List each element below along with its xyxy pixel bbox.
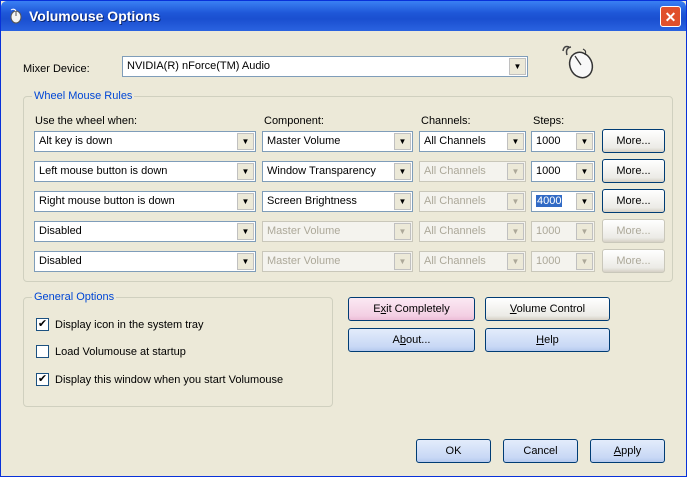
header-component: Component: (264, 115, 324, 127)
rule-1-more-button[interactable]: More... (602, 129, 665, 153)
header-channels: Channels: (421, 115, 471, 127)
mixer-device-select[interactable]: NVIDIA(R) nForce(TM) Audio ▼ (122, 56, 528, 77)
rule-2-steps-value: 1000 (536, 165, 561, 177)
rule-2-component-value: Window Transparency (267, 165, 376, 177)
rule-4-when-select[interactable]: Disabled ▼ (34, 221, 256, 242)
chevron-down-icon[interactable]: ▼ (237, 193, 254, 210)
close-button[interactable]: ✕ (660, 6, 681, 27)
checkmark-icon: ✔ (37, 373, 48, 385)
rule-5-steps-select: 1000 ▼ (531, 251, 595, 272)
rule-2-channels-value: All Channels (424, 165, 486, 177)
rule-5-component-select: Master Volume ▼ (262, 251, 413, 272)
rule-3-component-select[interactable]: Screen Brightness ▼ (262, 191, 413, 212)
chevron-down-icon[interactable]: ▼ (237, 163, 254, 180)
chevron-down-icon[interactable]: ▼ (237, 253, 254, 270)
checkmark-icon: ✔ (37, 318, 48, 330)
chevron-down-icon[interactable]: ▼ (509, 58, 526, 75)
rule-1-when-select[interactable]: Alt key is down ▼ (34, 131, 256, 152)
apply-button[interactable]: Apply (590, 439, 665, 463)
rule-4-channels-select: All Channels ▼ (419, 221, 526, 242)
rule-1-steps-value: 1000 (536, 135, 561, 147)
chevron-down-icon: ▼ (507, 223, 524, 240)
rule-1-component-select[interactable]: Master Volume ▼ (262, 131, 413, 152)
rule-5-channels-select: All Channels ▼ (419, 251, 526, 272)
about-button[interactable]: About... (348, 328, 475, 352)
rule-5-channels-value: All Channels (424, 255, 486, 267)
rule-3-component-value: Screen Brightness (267, 195, 357, 207)
rule-5-when-value: Disabled (39, 255, 82, 267)
rule-5-steps-value: 1000 (536, 255, 561, 267)
mouse-logo-icon (562, 45, 594, 79)
general-options-title: General Options (32, 291, 117, 303)
cancel-button[interactable]: Cancel (503, 439, 578, 463)
window-title: Volumouse Options (29, 8, 161, 24)
startup-label[interactable]: Load Volumouse at startup (55, 346, 186, 358)
rule-1-channels-select[interactable]: All Channels ▼ (419, 131, 526, 152)
startup-checkbox[interactable] (36, 345, 49, 358)
chevron-down-icon[interactable]: ▼ (394, 133, 411, 150)
rule-5-when-select[interactable]: Disabled ▼ (34, 251, 256, 272)
chevron-down-icon: ▼ (507, 193, 524, 210)
rule-4-steps-value: 1000 (536, 225, 561, 237)
rule-3-steps-value: 4000 (536, 195, 563, 207)
chevron-down-icon: ▼ (576, 253, 593, 270)
rule-2-more-button[interactable]: More... (602, 159, 665, 183)
rule-4-component-select: Master Volume ▼ (262, 221, 413, 242)
rule-4-component-value: Master Volume (267, 225, 341, 237)
rule-2-when-value: Left mouse button is down (39, 165, 168, 177)
rule-2-component-select[interactable]: Window Transparency ▼ (262, 161, 413, 182)
title-bar[interactable]: Volumouse Options ✕ (1, 1, 686, 31)
mixer-device-label: Mixer Device: (23, 63, 90, 75)
ok-button[interactable]: OK (416, 439, 491, 463)
rule-3-more-button[interactable]: More... (602, 189, 665, 213)
rule-4-steps-select: 1000 ▼ (531, 221, 595, 242)
exit-completely-button[interactable]: Exit Completely (348, 297, 475, 321)
rule-5-component-value: Master Volume (267, 255, 341, 267)
chevron-down-icon[interactable]: ▼ (576, 193, 593, 210)
chevron-down-icon: ▼ (507, 253, 524, 270)
options-window: Volumouse Options ✕ Mixer Device: NVIDIA… (0, 0, 687, 477)
chevron-down-icon[interactable]: ▼ (394, 163, 411, 180)
mixer-device-value: NVIDIA(R) nForce(TM) Audio (127, 60, 271, 72)
chevron-down-icon: ▼ (576, 223, 593, 240)
rule-3-steps-select[interactable]: 4000 ▼ (531, 191, 595, 212)
chevron-down-icon: ▼ (394, 223, 411, 240)
rule-4-channels-value: All Channels (424, 225, 486, 237)
rule-5-more-button: More... (602, 249, 665, 273)
chevron-down-icon[interactable]: ▼ (576, 133, 593, 150)
rule-3-channels-select: All Channels ▼ (419, 191, 526, 212)
rule-1-channels-value: All Channels (424, 135, 486, 147)
chevron-down-icon[interactable]: ▼ (237, 133, 254, 150)
header-when: Use the wheel when: (35, 115, 138, 127)
rule-3-when-select[interactable]: Right mouse button is down ▼ (34, 191, 256, 212)
show-window-label[interactable]: Display this window when you start Volum… (55, 374, 283, 386)
chevron-down-icon: ▼ (507, 163, 524, 180)
rule-1-component-value: Master Volume (267, 135, 341, 147)
rule-4-when-value: Disabled (39, 225, 82, 237)
chevron-down-icon[interactable]: ▼ (507, 133, 524, 150)
help-button[interactable]: Help (485, 328, 610, 352)
volume-control-button[interactable]: Volume Control (485, 297, 610, 321)
show-window-checkbox[interactable]: ✔ (36, 373, 49, 386)
rule-3-channels-value: All Channels (424, 195, 486, 207)
wheel-mouse-rules-title: Wheel Mouse Rules (32, 90, 135, 102)
rule-1-when-value: Alt key is down (39, 135, 113, 147)
chevron-down-icon: ▼ (394, 253, 411, 270)
chevron-down-icon[interactable]: ▼ (237, 223, 254, 240)
chevron-down-icon[interactable]: ▼ (394, 193, 411, 210)
mouse-app-icon (10, 8, 22, 24)
rule-2-steps-select[interactable]: 1000 ▼ (531, 161, 595, 182)
rule-1-steps-select[interactable]: 1000 ▼ (531, 131, 595, 152)
header-steps: Steps: (533, 115, 565, 127)
tray-icon-label[interactable]: Display icon in the system tray (55, 319, 204, 331)
rule-4-more-button: More... (602, 219, 665, 243)
tray-icon-checkbox[interactable]: ✔ (36, 318, 49, 331)
rule-2-channels-select: All Channels ▼ (419, 161, 526, 182)
rule-3-when-value: Right mouse button is down (39, 195, 175, 207)
chevron-down-icon[interactable]: ▼ (576, 163, 593, 180)
rule-2-when-select[interactable]: Left mouse button is down ▼ (34, 161, 256, 182)
